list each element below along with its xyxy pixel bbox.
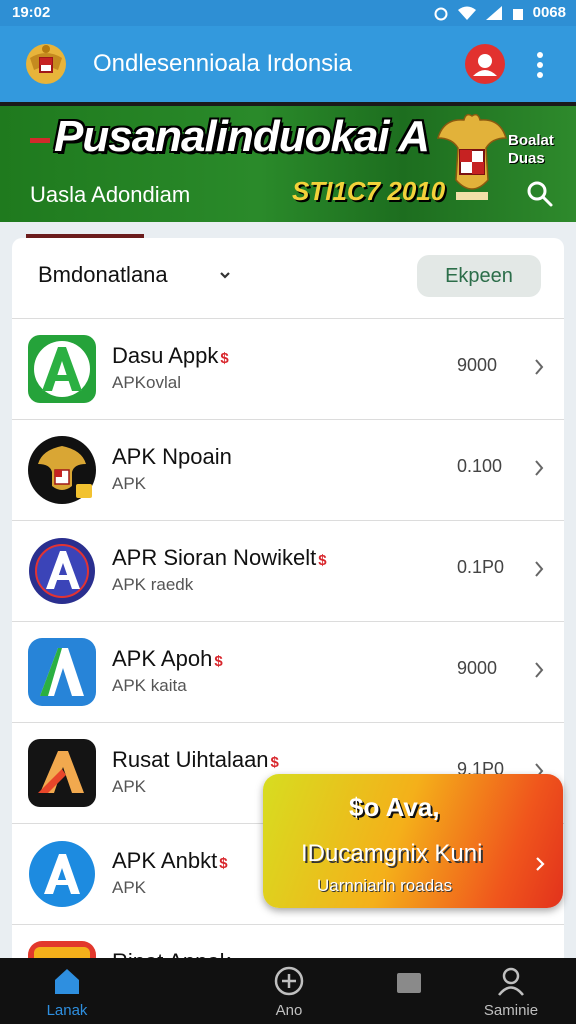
promo-line2: IDucamgnix Kuni: [301, 840, 483, 867]
promo-card[interactable]: $o Ava, IDucamgnix Kuni Uarnniarln roada…: [263, 774, 563, 908]
green-a-icon: [28, 335, 96, 403]
banner-side-bottom: Duas: [508, 150, 545, 167]
chevron-right-icon: [535, 359, 544, 375]
banner-headline: Pusanalinduokai A: [54, 112, 430, 161]
price-badge: $: [219, 855, 228, 872]
square-icon: [397, 973, 421, 993]
nav-square[interactable]: [354, 958, 464, 1024]
add-circle-icon: [274, 966, 304, 996]
banner-side-text: Boalat Duas: [508, 132, 568, 168]
item-name: Dasu Appk $: [112, 343, 229, 368]
blue-circle-a-icon: [29, 538, 95, 604]
battery-text: 0068: [532, 4, 566, 21]
expand-button[interactable]: Ekpeen: [417, 255, 541, 297]
nav-profile[interactable]: Saminie: [456, 958, 566, 1024]
item-value: 0.100: [457, 456, 503, 476]
list-item[interactable]: Dasu Appk $ APKovlal 9000: [12, 318, 564, 419]
banner-side-top: Boalat: [508, 132, 554, 149]
app-title: Ondlesennioala Irdonsia: [93, 50, 352, 77]
wifi-icon: [457, 6, 476, 20]
price-badge: $: [270, 754, 279, 771]
chevron-right-icon: [535, 460, 544, 476]
hero-banner[interactable]: Pusanalinduokai A Uasla Adondiam STI1C7 …: [0, 102, 576, 222]
item-name: APK Npoain: [112, 444, 232, 469]
garuda-emblem-icon: [436, 113, 508, 200]
banner-year: STI1C7 2010: [292, 176, 446, 206]
item-subtitle: APK: [112, 777, 147, 796]
alarm-icon: [434, 7, 448, 20]
list-item[interactable]: APK Apoh $ APK kaita 9000: [12, 621, 564, 722]
bottom-navigation: Lanak Ano Saminie: [0, 958, 576, 1024]
item-subtitle: APK: [112, 474, 147, 493]
status-icons: 0068: [433, 4, 566, 21]
banner-accent-dash: [30, 138, 50, 143]
garuda-icon: [28, 436, 96, 504]
user-icon: [473, 54, 497, 76]
dark-a-icon: [28, 739, 96, 807]
list-item[interactable]: APK Npoain APK 0.100: [12, 419, 564, 520]
emblem-icon: [26, 44, 66, 84]
nav-label: Lanak: [46, 1002, 88, 1019]
promo-line1: $o Ava,: [349, 792, 440, 822]
price-badge: $: [318, 552, 327, 569]
item-name: APK Apoh $: [112, 646, 223, 671]
blue-green-a-icon: [28, 638, 96, 706]
chevron-right-icon: [536, 857, 545, 871]
promo-line3: Uarnniarln roadas: [317, 876, 453, 895]
filter-dropdown[interactable]: Bmdonatlana: [38, 262, 168, 288]
item-subtitle: APK: [112, 878, 147, 897]
chevron-right-icon: [535, 662, 544, 678]
status-bar: 19:02 0068: [0, 0, 576, 26]
light-blue-a-icon: [29, 841, 95, 907]
home-icon: [55, 969, 79, 994]
profile-icon: [498, 967, 524, 996]
banner-subtitle: Uasla Adondiam: [30, 182, 191, 207]
item-value: 0.1P0: [457, 557, 505, 577]
item-subtitle: APKovlal: [112, 373, 181, 392]
signal-icon: [485, 5, 502, 20]
chevron-down-icon[interactable]: [218, 268, 232, 282]
more-options-icon[interactable]: [531, 50, 549, 80]
nav-label: Saminie: [483, 1002, 539, 1019]
list-item[interactable]: APR Sioran Nowikelt $ APK raedk 0.1P0: [12, 520, 564, 621]
battery-icon: [512, 8, 523, 20]
item-name: Rusat Uihtalaan $: [112, 747, 279, 772]
item-name: APR Sioran Nowikelt $: [112, 545, 327, 570]
item-value: 9000: [457, 658, 498, 678]
profile-avatar[interactable]: [465, 44, 505, 84]
item-value: 9000: [457, 355, 498, 375]
nav-label: Ano: [275, 1002, 303, 1019]
item-subtitle: APK raedk: [112, 575, 194, 594]
item-name: APK Anbkt $: [112, 848, 228, 873]
search-icon[interactable]: [526, 180, 554, 208]
price-badge: $: [220, 350, 229, 367]
nav-home[interactable]: Lanak: [12, 958, 122, 1024]
chevron-right-icon: [535, 561, 544, 577]
item-subtitle: APK kaita: [112, 676, 187, 695]
nav-add[interactable]: Ano: [234, 958, 344, 1024]
status-time: 19:02: [12, 4, 51, 21]
price-badge: $: [214, 653, 223, 670]
app-bar: Ondlesennioala Irdonsia: [0, 26, 576, 102]
